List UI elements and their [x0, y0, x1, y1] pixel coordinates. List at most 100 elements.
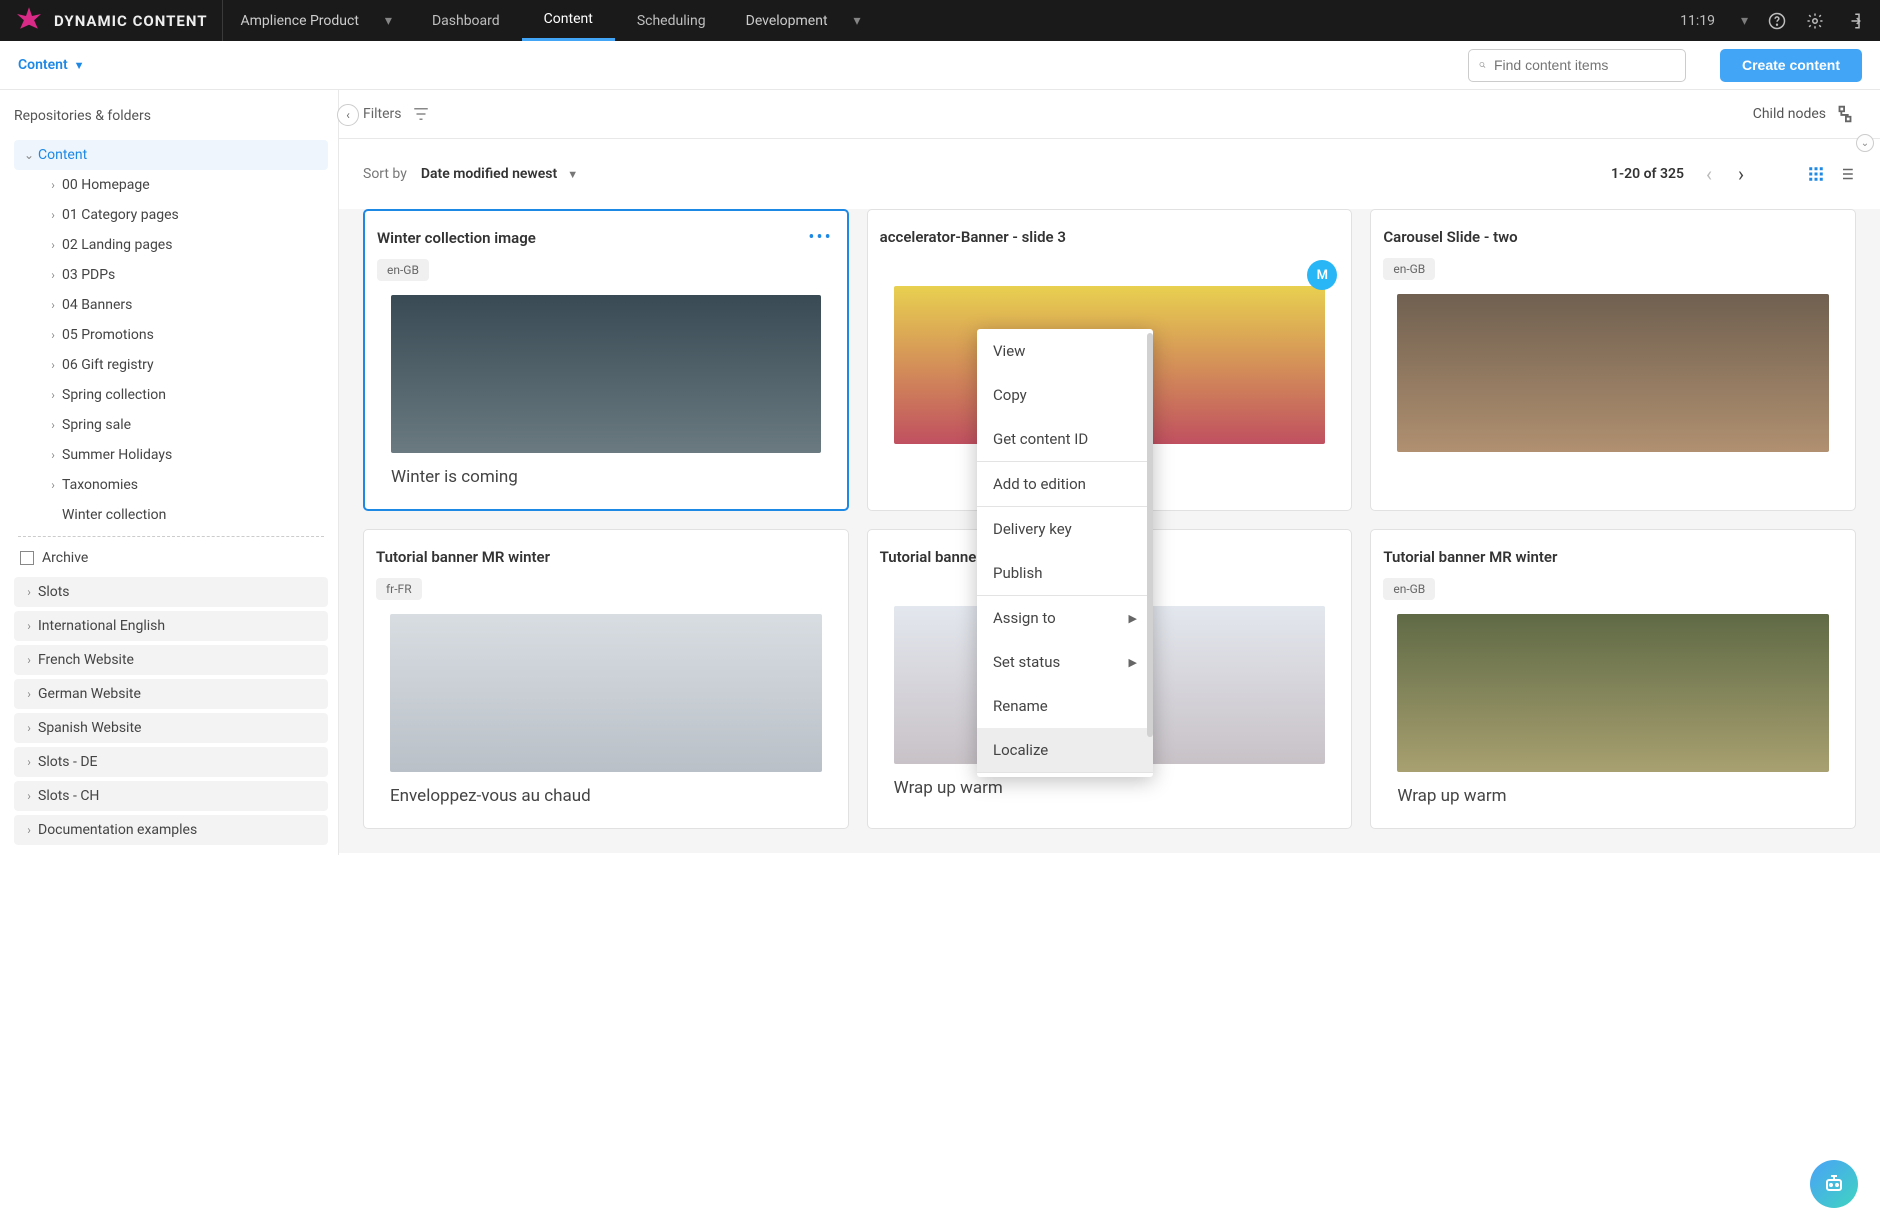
chat-fab[interactable] — [1810, 1160, 1858, 1208]
time-value: 11:19 — [1680, 13, 1715, 29]
tree-root-label: Content — [38, 147, 87, 163]
context-menu-label: Assign to — [993, 609, 1056, 627]
tree-folder[interactable]: ›Spring collection — [14, 380, 328, 410]
content-card[interactable]: Carousel Slide - twoen-GB — [1370, 209, 1856, 511]
card-more-button[interactable]: ••• — [808, 227, 832, 248]
tree-folder-label: 05 Promotions — [62, 327, 154, 343]
context-menu-item[interactable]: Assign to▶ — [977, 596, 1153, 640]
tree-folder-label: 00 Homepage — [62, 177, 150, 193]
search-input[interactable] — [1494, 57, 1675, 73]
context-menu-label: Delivery key — [993, 520, 1072, 538]
tree-folder[interactable]: ›Spring sale — [14, 410, 328, 440]
context-menu-item[interactable]: Get content ID — [977, 417, 1153, 461]
context-menu-label: Set status — [993, 653, 1060, 671]
logout-button[interactable] — [1834, 12, 1872, 30]
tree-repo[interactable]: ›International English — [14, 611, 328, 641]
help-button[interactable] — [1758, 12, 1796, 30]
chevron-right-icon: › — [20, 789, 38, 803]
tree-repo[interactable]: ›Slots - DE — [14, 747, 328, 777]
context-menu-item[interactable]: Add to edition — [977, 462, 1153, 506]
tree-folder-label: Winter collection — [62, 507, 166, 523]
search-icon — [1479, 57, 1486, 73]
prev-page-button[interactable]: ‹ — [1702, 162, 1716, 186]
tree-folder-label: 01 Category pages — [62, 207, 179, 223]
next-page-button[interactable]: › — [1734, 162, 1748, 186]
chevron-right-icon: › — [44, 418, 62, 432]
list-view-button[interactable] — [1836, 164, 1856, 184]
chevron-down-icon: ⌄ — [1861, 138, 1869, 149]
chevron-right-icon: › — [20, 585, 38, 599]
context-menu-item[interactable]: Rename — [977, 684, 1153, 728]
card-thumbnail — [1397, 614, 1829, 772]
tree-repo-label: Slots — [38, 584, 70, 600]
context-menu-item[interactable]: Copy — [977, 373, 1153, 417]
pagination: 1-20 of 325 ‹ › — [1611, 162, 1856, 186]
tree-repo[interactable]: ›Documentation examples — [14, 815, 328, 845]
context-menu-label: Localize — [993, 741, 1048, 759]
tree-folder[interactable]: ›04 Banners — [14, 290, 328, 320]
chevron-right-icon: › — [44, 238, 62, 252]
grid-view-button[interactable] — [1806, 164, 1826, 184]
context-menu-item[interactable]: Localize — [977, 728, 1153, 772]
context-menu-label: Rename — [993, 697, 1048, 715]
content-card[interactable]: Tutorial banner MR winterfr-FREnveloppez… — [363, 529, 849, 829]
settings-button[interactable] — [1796, 12, 1834, 30]
brand-name: DYNAMIC CONTENT — [54, 12, 208, 30]
context-menu-item[interactable]: Publish — [977, 551, 1153, 595]
tree-folder-label: 03 PDPs — [62, 267, 115, 283]
tree-repo[interactable]: ›Slots - CH — [14, 781, 328, 811]
archive-icon — [20, 551, 34, 565]
filters-button[interactable]: Filters — [363, 105, 430, 123]
tree-folder[interactable]: ›00 Homepage — [14, 170, 328, 200]
card-thumbnail — [1397, 294, 1829, 452]
tree-repo-label: French Website — [38, 652, 134, 668]
chevron-right-icon: ▶ — [1129, 656, 1137, 669]
help-icon — [1768, 12, 1786, 30]
tree-folder[interactable]: ›01 Category pages — [14, 200, 328, 230]
breadcrumb-dropdown[interactable]: Content ▼ — [18, 57, 85, 73]
tree-folder[interactable]: ›02 Landing pages — [14, 230, 328, 260]
tree-repo[interactable]: ›German Website — [14, 679, 328, 709]
card-caption: Enveloppez-vous au chaud — [390, 786, 836, 806]
tree-folder[interactable]: ›03 PDPs — [14, 260, 328, 290]
sub-bar: Content ▼ Create content — [0, 41, 1880, 90]
search-box[interactable] — [1468, 49, 1686, 82]
tree-repo[interactable]: ›French Website — [14, 645, 328, 675]
tab-scheduling[interactable]: Scheduling — [615, 0, 728, 41]
create-content-button[interactable]: Create content — [1720, 49, 1862, 82]
context-menu-label: Publish — [993, 564, 1042, 582]
tree-folder[interactable]: Winter collection — [14, 500, 328, 530]
tree-folder-label: 06 Gift registry — [62, 357, 154, 373]
product-dropdown[interactable]: Amplience Product ▾ — [223, 0, 410, 41]
tree-archive[interactable]: Archive — [14, 543, 328, 573]
grid-icon — [1807, 165, 1825, 183]
sidebar: Repositories & folders ⌄ Content ›00 Hom… — [0, 90, 339, 855]
tree-root-content[interactable]: ⌄ Content — [14, 140, 328, 170]
expand-all-button[interactable]: ⌄ — [1856, 134, 1874, 152]
tree-folder[interactable]: ›Taxonomies — [14, 470, 328, 500]
time-display[interactable]: 11:19 ▾ — [1670, 13, 1758, 29]
context-menu-item[interactable]: View — [977, 329, 1153, 373]
chevron-right-icon: › — [20, 619, 38, 633]
chevron-down-icon: ▾ — [1741, 13, 1748, 29]
tree-folder[interactable]: ›05 Promotions — [14, 320, 328, 350]
chevron-right-icon: › — [44, 178, 62, 192]
tree-repo[interactable]: ›Slots — [14, 577, 328, 607]
tree-repo[interactable]: ›Spanish Website — [14, 713, 328, 743]
context-menu-item[interactable]: Set status ▶ — [977, 640, 1153, 684]
tab-dashboard[interactable]: Dashboard — [410, 0, 522, 41]
collapse-sidebar-button[interactable]: ‹ — [337, 104, 359, 126]
tree-folder[interactable]: ›06 Gift registry — [14, 350, 328, 380]
content-pane: ‹ Filters Child nodes ⌄ Sort by Date mod… — [339, 90, 1880, 855]
chat-bot-icon — [1822, 1172, 1846, 1196]
context-menu-item[interactable]: Delivery key — [977, 507, 1153, 551]
sort-value: Date modified newest — [421, 166, 557, 182]
content-card[interactable]: Tutorial banner MR winteren-GBWrap up wa… — [1370, 529, 1856, 829]
sort-dropdown[interactable]: Date modified newest ▼ — [421, 166, 578, 182]
tree-folder[interactable]: ›Summer Holidays — [14, 440, 328, 470]
child-nodes-button[interactable]: Child nodes — [1753, 103, 1856, 125]
context-menu-scrollbar[interactable] — [1147, 333, 1153, 737]
content-card[interactable]: Winter collection image•••en-GBWinter is… — [363, 209, 849, 511]
env-dropdown[interactable]: Development ▾ — [728, 0, 879, 41]
tab-content[interactable]: Content — [522, 0, 615, 41]
